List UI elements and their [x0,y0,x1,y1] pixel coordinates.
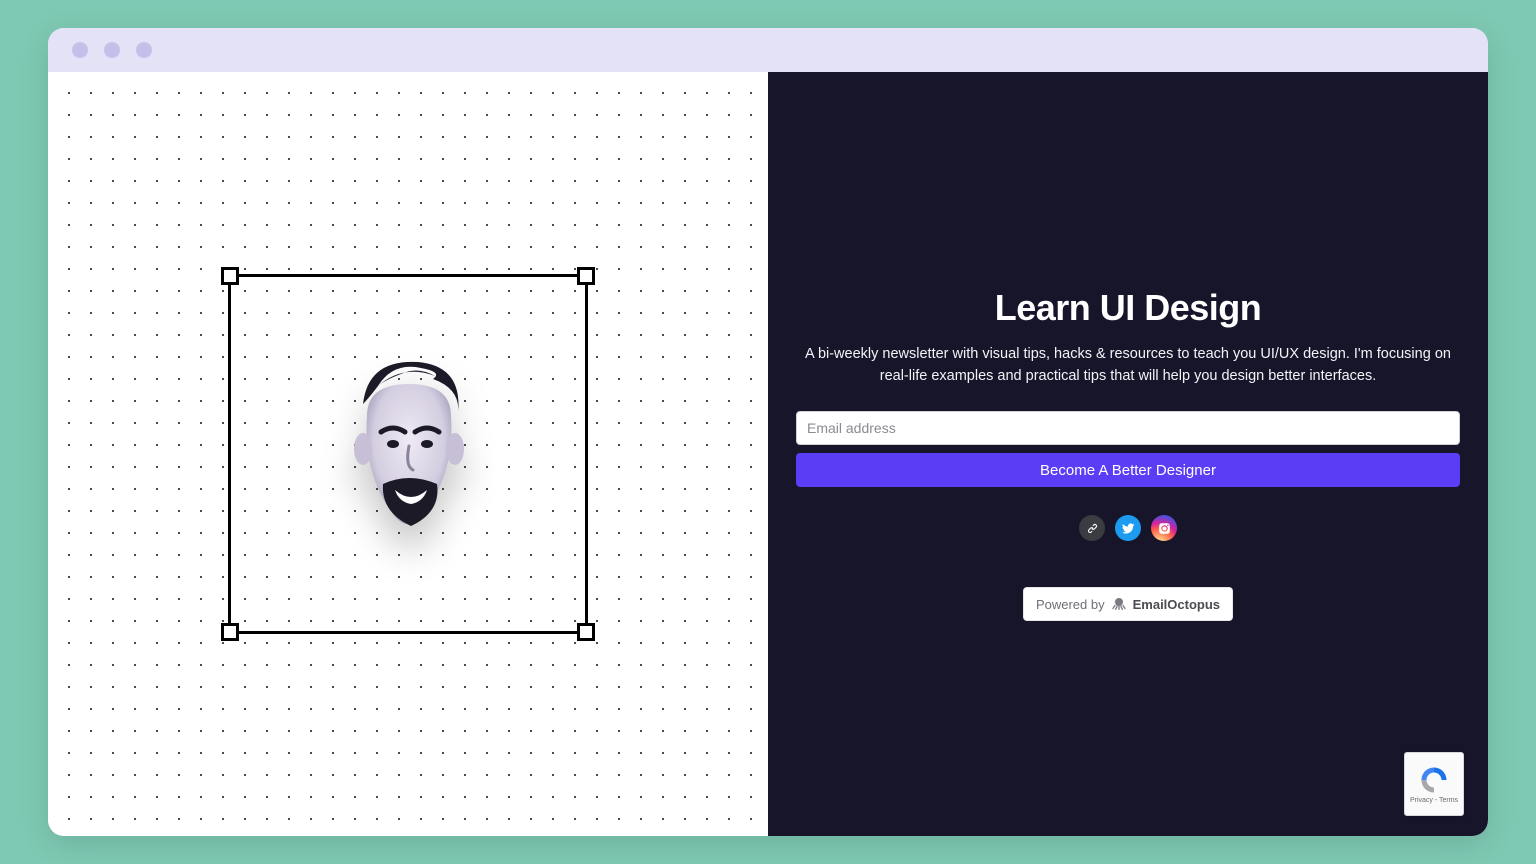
resize-handle-top-left[interactable] [221,267,239,285]
browser-frame: Learn UI Design A bi-weekly newsletter w… [48,28,1488,836]
submit-button[interactable]: Become A Better Designer [796,453,1460,487]
selection-frame[interactable] [228,274,588,634]
page-subtitle: A bi-weekly newsletter with visual tips,… [803,343,1453,388]
signup-panel: Learn UI Design A bi-weekly newsletter w… [768,72,1488,836]
avatar-image [323,344,493,564]
resize-handle-top-right[interactable] [577,267,595,285]
powered-by-prefix: Powered by [1036,597,1105,612]
signup-form: Learn UI Design A bi-weekly newsletter w… [796,287,1460,622]
resize-handle-bottom-right[interactable] [577,623,595,641]
link-icon[interactable] [1079,515,1105,541]
powered-by-badge[interactable]: Powered by EmailOctopus [1023,587,1233,621]
powered-by-brand: EmailOctopus [1133,597,1220,612]
social-links [796,515,1460,541]
email-field[interactable] [796,411,1460,445]
window-close-icon[interactable] [72,42,88,58]
twitter-icon[interactable] [1115,515,1141,541]
canvas-panel [48,72,768,836]
browser-chrome [48,28,1488,72]
window-maximize-icon[interactable] [136,42,152,58]
content-area: Learn UI Design A bi-weekly newsletter w… [48,72,1488,836]
window-minimize-icon[interactable] [104,42,120,58]
octopus-icon [1111,596,1127,612]
resize-handle-bottom-left[interactable] [221,623,239,641]
recaptcha-icon [1419,765,1449,795]
page-title: Learn UI Design [796,287,1460,329]
recaptcha-badge[interactable]: Privacy - Terms [1404,752,1464,816]
recaptcha-terms: Privacy - Terms [1410,797,1458,804]
instagram-icon[interactable] [1151,515,1177,541]
